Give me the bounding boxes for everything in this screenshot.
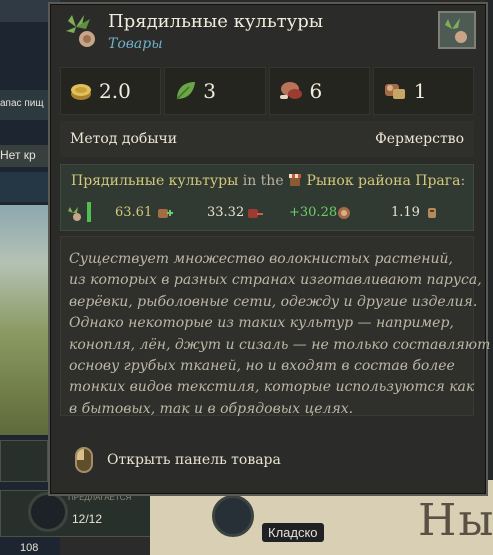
bg-panel bbox=[0, 440, 48, 482]
stat-goods: 1 bbox=[372, 67, 474, 115]
stat-meat: 6 bbox=[268, 67, 370, 115]
demand-icon bbox=[248, 209, 263, 218]
market-title: Прядильные культуры in the Рынок района … bbox=[71, 173, 465, 189]
goods-tooltip: Прядильные культуры Товары 2.0 3 6 1 Мет… bbox=[48, 2, 491, 496]
market-stall-icon bbox=[289, 174, 302, 186]
stat-leaf: 3 bbox=[164, 67, 266, 115]
bg-counter: 12/12 bbox=[72, 512, 103, 526]
fiber-crops-thumbnail-icon bbox=[445, 18, 467, 43]
category-link[interactable]: Товары bbox=[108, 36, 163, 52]
stat-leaf-value: 3 bbox=[203, 79, 216, 103]
description-line: Однако некоторые из таких культур — напр… bbox=[69, 315, 454, 332]
method-value[interactable]: Фермерство bbox=[375, 131, 464, 147]
open-goods-panel-action[interactable]: Открыть панель товара bbox=[75, 445, 281, 475]
meat-icon bbox=[279, 82, 302, 99]
balance-indicator-bar bbox=[87, 202, 91, 222]
bg-label-none: Нет кр bbox=[0, 148, 36, 162]
city-marker-icon[interactable] bbox=[212, 495, 254, 537]
market-balance: +30.28 bbox=[289, 205, 338, 220]
description-line: тонких видов текстиля, которые использую… bbox=[69, 379, 475, 396]
market-info-box: Прядильные культуры in the Рынок района … bbox=[60, 164, 474, 231]
description-line: в бытовых, так и в обрядовых целях. bbox=[69, 400, 354, 417]
goods-icon bbox=[384, 84, 405, 99]
market-colon: : bbox=[460, 173, 466, 189]
city-label[interactable]: Кладско bbox=[262, 523, 324, 542]
market-supply: 63.61 bbox=[115, 205, 153, 220]
balance-icon bbox=[338, 207, 350, 219]
production-method-row: Метод добычи Фермерство bbox=[60, 121, 474, 157]
bg-label-food: апас пищ bbox=[0, 98, 44, 109]
stat-goods-value: 1 bbox=[413, 79, 427, 103]
supply-icon bbox=[158, 209, 173, 218]
stats-bar: 2.0 3 6 1 bbox=[60, 67, 474, 115]
fiber-crops-icon bbox=[66, 15, 95, 47]
fiber-crops-small-icon bbox=[68, 207, 81, 221]
leaf-icon bbox=[176, 82, 196, 100]
method-label: Метод добычи bbox=[70, 131, 178, 147]
description-line: конопля, лён, джут и сизаль — не только … bbox=[69, 336, 491, 353]
market-good-link[interactable]: Прядильные культуры bbox=[71, 173, 238, 189]
stat-gold-value: 2.0 bbox=[99, 79, 131, 103]
description-line: из которых в разных странах изготавливаю… bbox=[69, 272, 482, 289]
map-region-letters: Ны bbox=[418, 495, 493, 546]
stat-meat-value: 6 bbox=[309, 79, 323, 103]
open-panel-label: Открыть панель товара bbox=[107, 452, 281, 468]
description-box: Существует множество волокнистых растени… bbox=[60, 236, 491, 417]
description-line: верёвки, рыболовные сети, одежду и други… bbox=[69, 293, 478, 310]
bg-building-icon[interactable] bbox=[28, 492, 68, 532]
page-title: Прядильные культуры bbox=[108, 11, 324, 32]
gold-coins-icon bbox=[71, 84, 91, 100]
market-values-row: 63.61 33.32 +30.28 1.19 bbox=[67, 202, 467, 224]
price-icon bbox=[428, 208, 436, 218]
market-connector: in the bbox=[242, 173, 284, 189]
goods-thumbnail-button[interactable] bbox=[438, 11, 476, 49]
market-name-link[interactable]: Рынок района Прага bbox=[307, 173, 461, 189]
market-price: 1.19 bbox=[391, 205, 420, 220]
market-demand: 33.32 bbox=[207, 205, 245, 220]
description-line: основу грубых тканей, но и входят в сост… bbox=[69, 358, 455, 375]
bg-count: 108 bbox=[20, 542, 39, 554]
tooltip-header: Прядильные культуры Товары bbox=[58, 9, 478, 57]
description-line: Существует множество волокнистых растени… bbox=[69, 251, 453, 267]
stat-gold: 2.0 bbox=[60, 67, 162, 115]
left-click-mouse-icon bbox=[75, 447, 93, 473]
